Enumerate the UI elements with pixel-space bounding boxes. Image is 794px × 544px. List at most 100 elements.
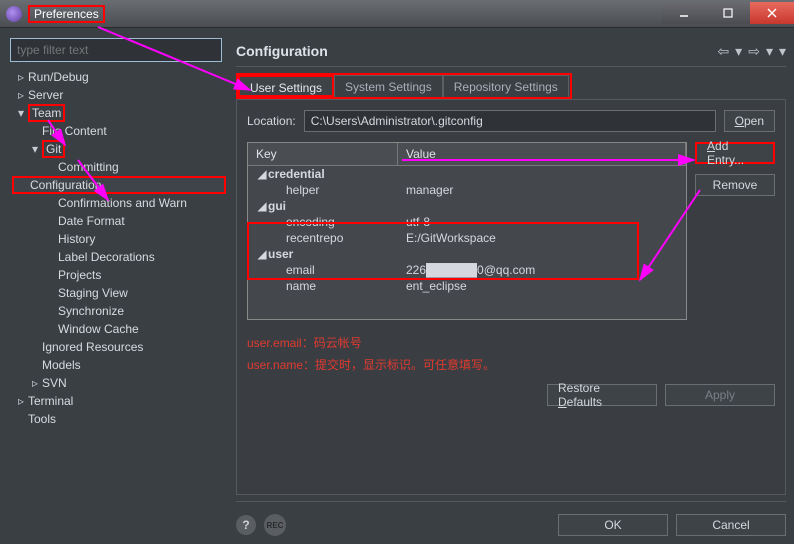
cell-value: utf-8	[398, 215, 686, 229]
tab-repository-settings[interactable]: Repository Settings	[443, 75, 569, 97]
tabs: User Settings System Settings Repository…	[236, 73, 572, 99]
title-bar: Preferences	[0, 0, 794, 28]
apply-button[interactable]: Apply	[665, 384, 775, 406]
tree-label: SVN	[42, 376, 67, 390]
location-input[interactable]	[304, 110, 716, 132]
tree-label: Models	[42, 358, 81, 372]
table-row[interactable]: nameent_eclipse	[248, 278, 686, 294]
record-icon[interactable]: REC	[264, 514, 286, 536]
maximize-button[interactable]	[706, 2, 750, 24]
cell-key: encoding	[248, 215, 398, 229]
cell-value: manager	[398, 183, 686, 197]
tree-item[interactable]: Synchronize	[12, 302, 226, 320]
twisty-icon[interactable]: ▹	[14, 394, 28, 408]
minimize-button[interactable]	[662, 2, 706, 24]
forward-icon[interactable]: ⇨	[748, 43, 760, 60]
tree-label: History	[58, 232, 95, 246]
cell-key: ◢ credential	[248, 167, 398, 181]
tree-item[interactable]: ▾Git	[12, 140, 226, 158]
twisty-icon[interactable]: ▹	[14, 88, 28, 102]
app-icon	[6, 6, 22, 22]
tree-label: File Content	[42, 124, 107, 138]
tree-item[interactable]: Label Decorations	[12, 248, 226, 266]
tree-label: Staging View	[58, 286, 128, 300]
table-row[interactable]: helpermanager	[248, 182, 686, 198]
main-panel: Configuration ⇦▾ ⇨▾ ▾ User Settings Syst…	[226, 36, 786, 536]
tree-item[interactable]: Tools	[12, 410, 226, 428]
filter-input[interactable]	[10, 38, 222, 62]
tree-label: Projects	[58, 268, 101, 282]
tree-item[interactable]: ▹Run/Debug	[12, 68, 226, 86]
remove-button[interactable]: Remove	[695, 174, 775, 196]
tree-label: Ignored Resources	[42, 340, 143, 354]
tree-item[interactable]: Projects	[12, 266, 226, 284]
tab-user-settings[interactable]: User Settings	[238, 75, 334, 97]
window-title: Preferences	[28, 5, 105, 23]
table-row[interactable]: email226██████0@qq.com	[248, 262, 686, 278]
table-row[interactable]: ◢ gui	[248, 198, 686, 214]
tree-label: Confirmations and Warn	[58, 196, 187, 210]
tree-label: Run/Debug	[28, 70, 89, 84]
column-value: Value	[398, 143, 686, 165]
twisty-icon[interactable]: ▾	[28, 142, 42, 156]
tab-body: Location: Open Key Value ◢ credentialhel…	[236, 99, 786, 495]
add-entry-button[interactable]: Add Entry...	[695, 142, 775, 164]
table-row[interactable]: ◢ user	[248, 246, 686, 262]
cell-value: ent_eclipse	[398, 279, 686, 293]
tree-label: Date Format	[58, 214, 125, 228]
cell-key: ◢ user	[248, 247, 398, 261]
back-icon[interactable]: ⇦	[717, 43, 729, 60]
tree-item[interactable]: Window Cache	[12, 320, 226, 338]
cell-key: name	[248, 279, 398, 293]
tree-label: Team	[28, 104, 65, 122]
tree-item[interactable]: Staging View	[12, 284, 226, 302]
tree-item[interactable]: Models	[12, 356, 226, 374]
twisty-icon[interactable]: ▾	[14, 106, 28, 120]
annotation-text: user.email：码云帐号 user.name：提交时，显示标识。可任意填写…	[247, 332, 775, 376]
tree-label: Committing	[58, 160, 119, 174]
cancel-button[interactable]: Cancel	[676, 514, 786, 536]
preference-tree[interactable]: ▹Run/Debug▹Server▾TeamFile Content▾GitCo…	[8, 68, 226, 536]
tree-item[interactable]: Ignored Resources	[12, 338, 226, 356]
tree-label: Tools	[28, 412, 56, 426]
open-button[interactable]: Open	[724, 110, 775, 132]
cell-key: email	[248, 263, 398, 277]
cell-value	[398, 167, 686, 181]
tree-item[interactable]: ▾Team	[12, 104, 226, 122]
tree-label: Server	[28, 88, 63, 102]
twisty-icon[interactable]: ▹	[28, 376, 42, 390]
cell-key: recentrepo	[248, 231, 398, 245]
tree-label: Terminal	[28, 394, 73, 408]
tree-item[interactable]: History	[12, 230, 226, 248]
tree-item[interactable]: Confirmations and Warn	[12, 194, 226, 212]
cell-key: helper	[248, 183, 398, 197]
tree-item[interactable]: ▹Terminal	[12, 392, 226, 410]
tree-item[interactable]: Configuration	[12, 176, 226, 194]
menu-icon[interactable]: ▾	[779, 43, 786, 60]
tree-item[interactable]: ▹SVN	[12, 374, 226, 392]
ok-button[interactable]: OK	[558, 514, 668, 536]
help-icon[interactable]: ?	[236, 515, 256, 535]
tree-item[interactable]: Date Format	[12, 212, 226, 230]
window-controls	[662, 4, 794, 24]
twisty-icon[interactable]: ▹	[14, 70, 28, 84]
history-nav: ⇦▾ ⇨▾ ▾	[717, 43, 786, 60]
table-row[interactable]: recentrepoE:/GitWorkspace	[248, 230, 686, 246]
tree-label: Synchronize	[58, 304, 124, 318]
tree-label: Configuration	[30, 178, 101, 192]
cell-value: E:/GitWorkspace	[398, 231, 686, 245]
cell-key: ◢ gui	[248, 199, 398, 213]
tree-item[interactable]: ▹Server	[12, 86, 226, 104]
close-button[interactable]	[750, 2, 794, 24]
restore-defaults-button[interactable]: Restore Defaults	[547, 384, 657, 406]
table-row[interactable]: ◢ credential	[248, 166, 686, 182]
sidebar: ▹Run/Debug▹Server▾TeamFile Content▾GitCo…	[8, 36, 226, 536]
table-row[interactable]: encodingutf-8	[248, 214, 686, 230]
cell-value: 226██████0@qq.com	[398, 263, 686, 277]
tree-item[interactable]: File Content	[12, 122, 226, 140]
page-title: Configuration	[236, 43, 328, 59]
tab-system-settings[interactable]: System Settings	[334, 75, 443, 97]
tree-item[interactable]: Committing	[12, 158, 226, 176]
config-table[interactable]: Key Value ◢ credentialhelpermanager◢ gui…	[247, 142, 687, 320]
tree-label: Window Cache	[58, 322, 139, 336]
